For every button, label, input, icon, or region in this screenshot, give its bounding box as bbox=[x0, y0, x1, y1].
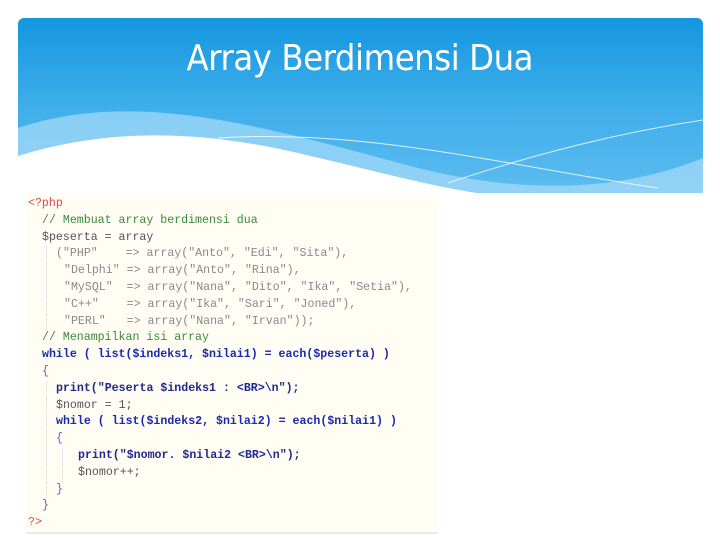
code-line: "C++" => array("Ika", "Sari", "Joned"), bbox=[26, 296, 438, 314]
code-line: print("Peserta $indeks1 : <BR>\n"); bbox=[26, 380, 438, 398]
code-text: "MySQL" => array("Nana", "Dito", "Ika", … bbox=[64, 280, 412, 294]
code-brace: { bbox=[56, 432, 63, 446]
code-text: "C++" => array("Ika", "Sari", "Joned"), bbox=[64, 297, 357, 311]
code-text: $peserta = array bbox=[42, 230, 154, 244]
code-line: $nomor = 1; bbox=[26, 397, 438, 415]
code-text: "Delphi" => array("Anto", "Rina"), bbox=[64, 264, 301, 278]
code-text: print("Peserta $indeks1 : <BR>\n"); bbox=[56, 381, 300, 395]
code-line: while ( list($indeks2, $nilai2) = each($… bbox=[26, 414, 438, 432]
code-line: // Menampilkan isi array bbox=[26, 330, 438, 347]
code-line: $peserta = array bbox=[26, 230, 438, 247]
php-open-tag: <?php bbox=[28, 197, 63, 210]
code-comment: // Menampilkan isi array bbox=[42, 331, 209, 345]
code-text: $nomor++; bbox=[78, 465, 141, 479]
code-text: $nomor = 1; bbox=[56, 398, 133, 412]
code-text: while ( list($indeks1, $nilai1) = each($… bbox=[42, 348, 390, 362]
code-text: "PERL" => array("Nana", "Irvan")); bbox=[64, 314, 315, 328]
code-brace: } bbox=[56, 482, 63, 496]
code-line: } bbox=[26, 481, 438, 499]
code-line: print("$nomor. $nilai2 <BR>\n"); bbox=[26, 447, 438, 465]
code-line: ?> bbox=[26, 515, 438, 532]
php-close-tag: ?> bbox=[28, 516, 42, 530]
code-brace: } bbox=[42, 499, 49, 513]
code-line: } bbox=[26, 498, 438, 515]
code-line: $nomor++; bbox=[26, 464, 438, 482]
code-line: while ( list($indeks1, $nilai1) = each($… bbox=[26, 347, 438, 364]
code-text: while ( list($indeks2, $nilai2) = each($… bbox=[56, 415, 397, 429]
code-line: <?php bbox=[26, 196, 438, 213]
slide-title: Array Berdimensi Dua bbox=[186, 38, 534, 79]
code-line: "MySQL" => array("Nana", "Dito", "Ika", … bbox=[26, 279, 438, 297]
code-line: ("PHP" => array("Anto", "Edi", "Sita"), bbox=[26, 246, 438, 264]
code-line: // Membuat array berdimensi dua bbox=[26, 213, 438, 230]
code-line: { bbox=[26, 364, 438, 381]
code-line: "PERL" => array("Nana", "Irvan")); bbox=[26, 313, 438, 331]
php-code-block: <?php // Membuat array berdimensi dua $p… bbox=[26, 196, 438, 534]
code-comment: // Membuat array berdimensi dua bbox=[42, 213, 258, 227]
code-text: print("$nomor. $nilai2 <BR>\n"); bbox=[78, 448, 301, 462]
code-line: { bbox=[26, 431, 438, 448]
code-text: ("PHP" => array("Anto", "Edi", "Sita"), bbox=[56, 247, 349, 261]
code-line: "Delphi" => array("Anto", "Rina"), bbox=[26, 263, 438, 280]
code-brace: { bbox=[42, 364, 49, 378]
